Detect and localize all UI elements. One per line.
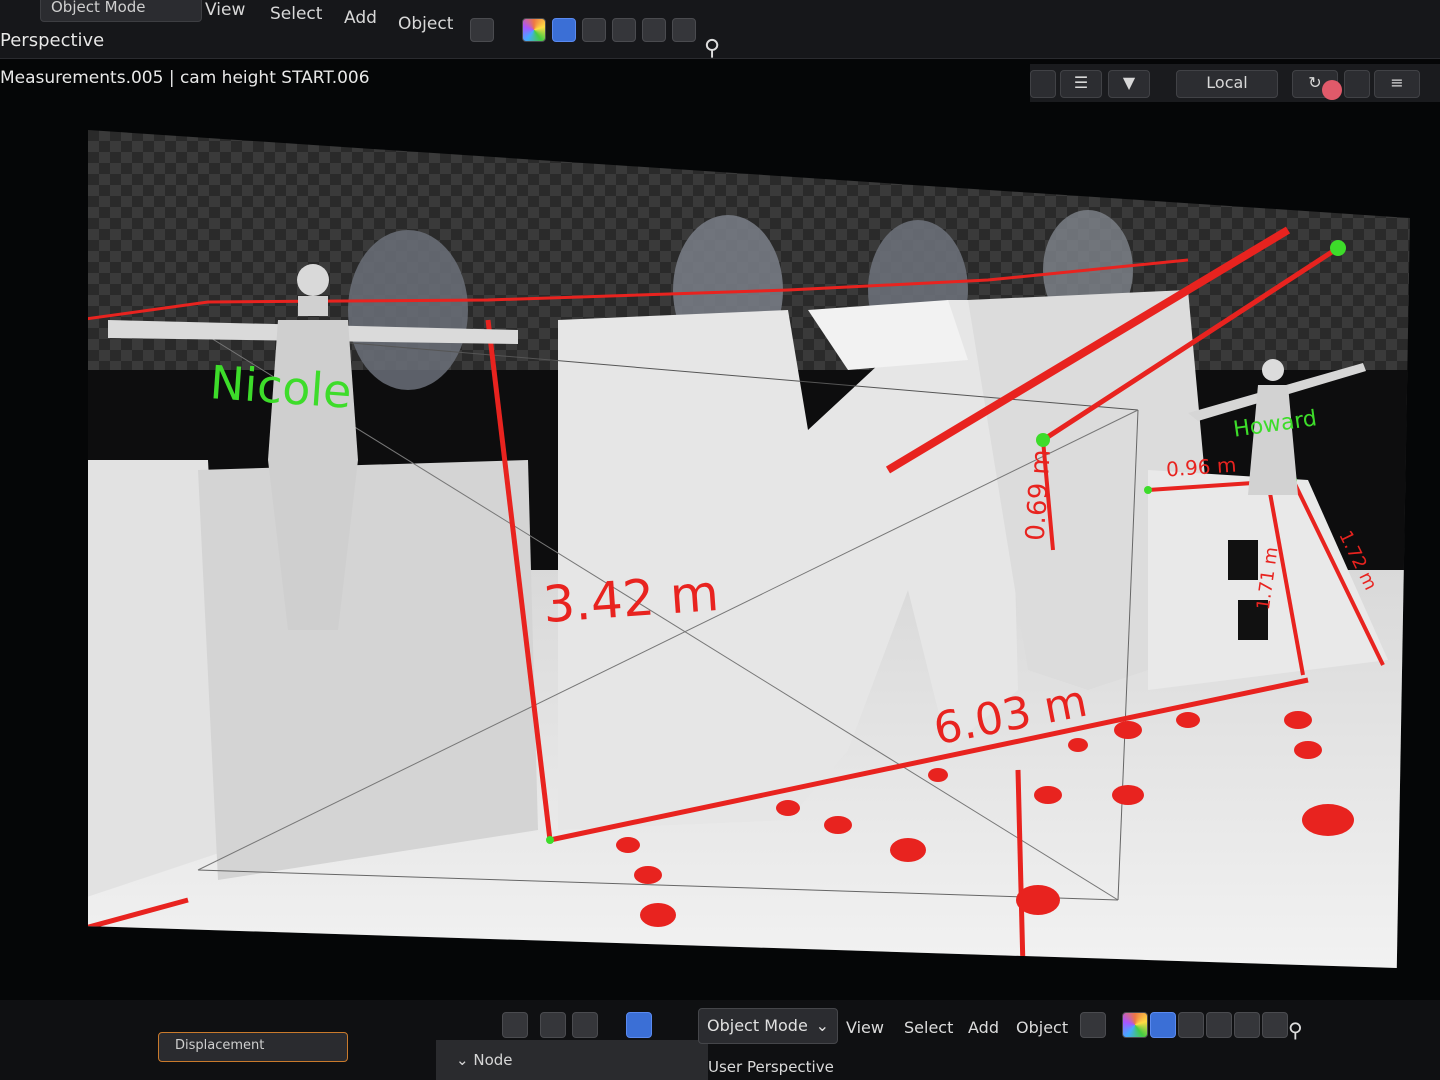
endpoint-green-2[interactable]	[1036, 433, 1050, 447]
object-mode-label: Object Mode	[51, 0, 146, 16]
bottom-menu-add[interactable]: Add	[968, 1018, 999, 1037]
bottom-overlay-color-icon[interactable]	[1122, 1012, 1148, 1038]
measure-line-vertical-floor	[1015, 769, 1026, 968]
chevron-down-icon: ⌄	[456, 1051, 469, 1069]
bottom-select-subtract-icon[interactable]	[1206, 1012, 1232, 1038]
endpoint-green-3[interactable]	[1144, 486, 1152, 494]
view-globe-icon[interactable]	[626, 1012, 652, 1038]
select-extend-icon[interactable]	[582, 18, 606, 42]
record-indicator-icon	[1322, 80, 1342, 100]
menu-view[interactable]: View	[205, 0, 245, 20]
select-subtract-icon[interactable]	[612, 18, 636, 42]
transform-orientation-label: Local	[1206, 73, 1248, 92]
mannequin-nicole[interactable]	[108, 260, 528, 640]
overlay-color-icon[interactable]	[522, 18, 546, 42]
bottom-menu-view[interactable]: View	[846, 1018, 884, 1037]
search-icon[interactable]: ⚲	[704, 36, 720, 61]
bottom-menu-object[interactable]: Object	[1016, 1018, 1068, 1037]
endpoint-green-5[interactable]	[546, 836, 554, 844]
menu-object[interactable]: Object	[398, 14, 453, 34]
displacement-label: Displacement	[175, 1038, 265, 1053]
bottom-select-box-icon[interactable]	[1150, 1012, 1176, 1038]
proportional-edit-icon[interactable]: ≡	[1374, 70, 1420, 98]
view-object-types-icon[interactable]: ☰	[1060, 70, 1102, 98]
transform-orientation-dropdown[interactable]: Local	[1176, 70, 1278, 98]
viewport-name: Perspective	[0, 30, 105, 51]
bottom-editor-type-icon[interactable]	[1080, 1012, 1106, 1038]
letter-hole-1	[1228, 540, 1258, 580]
chevron-down-icon: ⌄	[815, 1016, 829, 1035]
label-nicole: Nicole	[208, 355, 354, 419]
bottom-menu-select[interactable]: Select	[904, 1018, 953, 1037]
bottom-select-intersect-icon[interactable]	[1262, 1012, 1288, 1038]
filter-icon[interactable]: ▼	[1108, 70, 1150, 98]
shading-icon[interactable]	[540, 1012, 566, 1038]
endpoint-green-1[interactable]	[1330, 240, 1346, 256]
node-label: Node	[473, 1051, 513, 1069]
3d-viewport[interactable]: Nicole Howard 3.42 m 6.03 m 0.69 m 0.96 …	[88, 130, 1410, 968]
bottom-search-icon[interactable]: ⚲	[1288, 1018, 1303, 1042]
object-mode-dropdown[interactable]: Object Mode	[40, 0, 202, 22]
measure-line-floor-left	[88, 897, 189, 933]
select-invert-icon[interactable]	[642, 18, 666, 42]
measure-label-3-42: 3.42 m	[541, 563, 721, 635]
select-box-icon[interactable]	[552, 18, 576, 42]
displacement-field[interactable]: Displacement	[158, 1032, 348, 1062]
bottom-select-invert-icon[interactable]	[1234, 1012, 1260, 1038]
measure-label-0-69: 0.69 m	[1020, 448, 1057, 542]
gizmo-toggle-icon[interactable]	[1030, 70, 1056, 98]
top-header: Object Mode View Select Add Object ⚲	[0, 0, 1440, 61]
snap-icon[interactable]	[1344, 70, 1370, 98]
active-object-info: Measurements.005 | cam height START.006	[0, 68, 370, 88]
editor-type-icon[interactable]	[470, 18, 494, 42]
bottom-viewport-name: User Perspective	[708, 1058, 834, 1076]
bottom-object-mode-dropdown[interactable]: Object Mode ⌄	[698, 1008, 838, 1044]
grid-icon[interactable]	[572, 1012, 598, 1038]
node-header[interactable]: ⌄ Node	[436, 1040, 708, 1080]
measure-label-0-96: 0.96 m	[1165, 452, 1238, 482]
menu-select[interactable]: Select	[270, 4, 322, 24]
bottom-object-mode-label: Object Mode	[707, 1016, 808, 1035]
letter-block-top	[808, 300, 968, 370]
viewport-right-toolbar: ☰ ▼ Local ↻ ≡	[1030, 64, 1440, 102]
menu-add[interactable]: Add	[344, 8, 377, 28]
bottom-select-extend-icon[interactable]	[1178, 1012, 1204, 1038]
select-intersect-icon[interactable]	[672, 18, 696, 42]
cursor-tool-icon[interactable]	[502, 1012, 528, 1038]
